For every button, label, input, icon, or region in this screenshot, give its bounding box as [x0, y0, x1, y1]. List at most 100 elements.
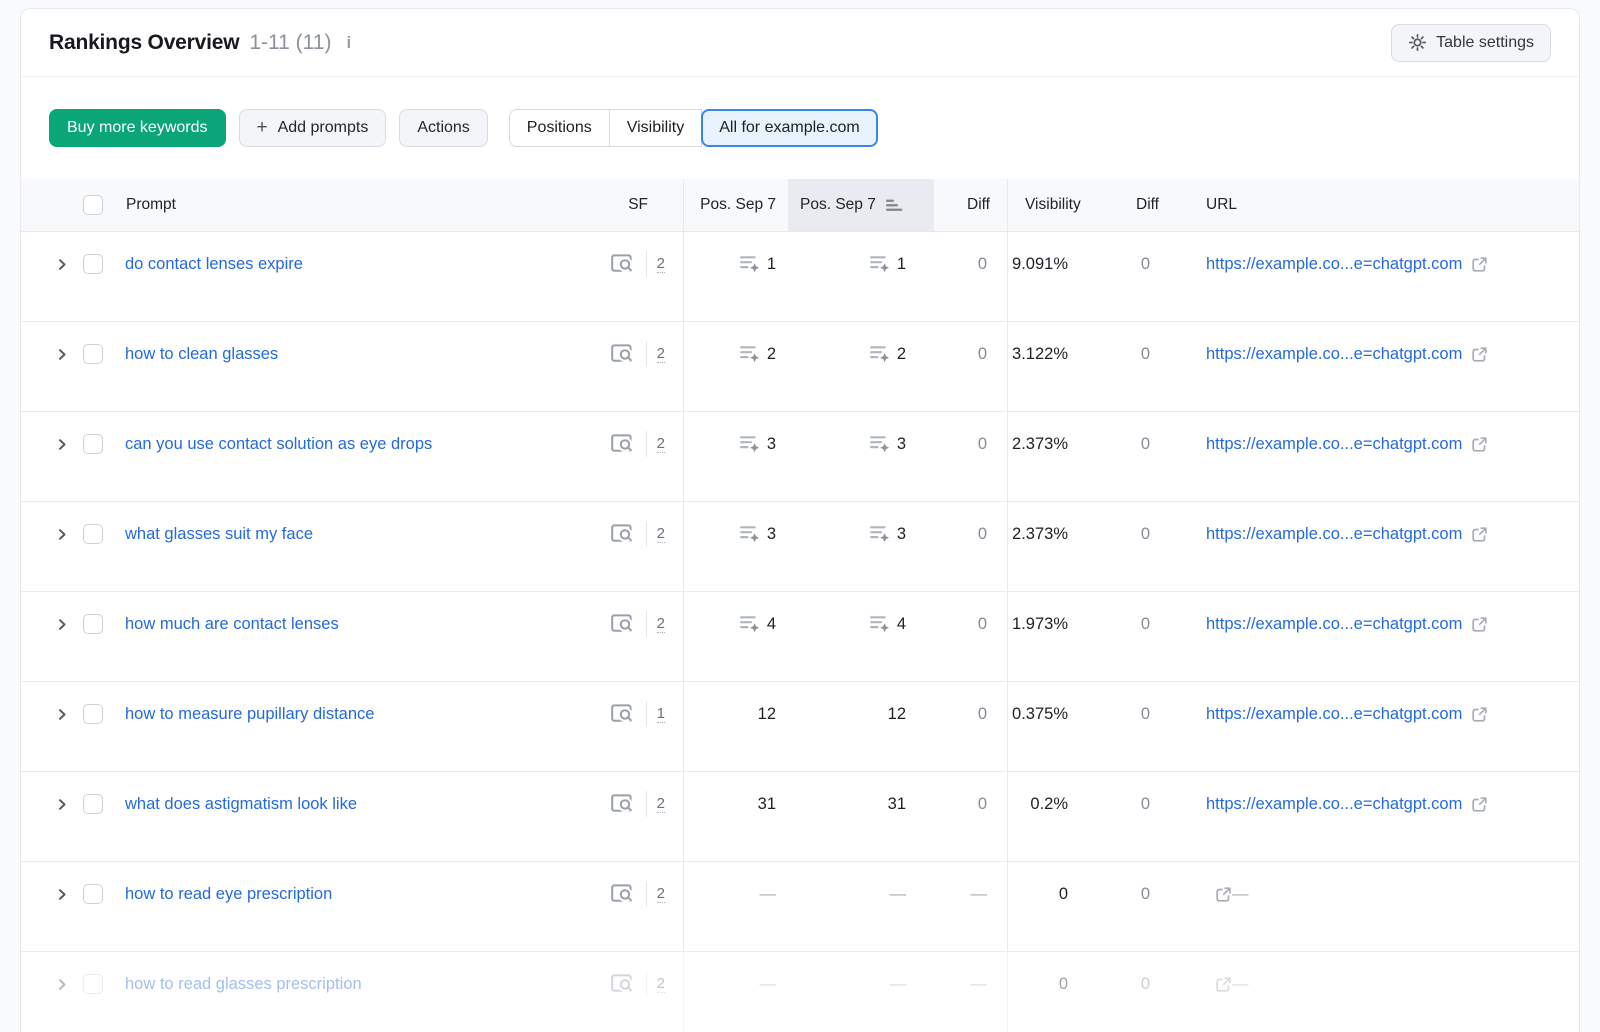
position-value: 4: [767, 615, 776, 634]
col-header-sf[interactable]: SF: [628, 196, 648, 214]
external-link-icon[interactable]: [1471, 256, 1488, 273]
col-header-pos-b-sorted[interactable]: Pos. Sep 7: [788, 179, 934, 231]
buy-more-keywords-button[interactable]: Buy more keywords: [49, 109, 226, 147]
row-checkbox[interactable]: [83, 974, 103, 994]
serp-features-icon[interactable]: [611, 884, 634, 904]
external-link-icon[interactable]: [1215, 976, 1232, 993]
prompt-link[interactable]: how to read eye prescription: [125, 885, 332, 904]
visibility-cell: 3.122%: [1007, 322, 1106, 411]
toolbar: Buy more keywords + Add prompts Actions …: [21, 77, 1579, 179]
external-link-icon[interactable]: [1471, 706, 1488, 723]
diff-a-cell: 0: [934, 682, 1007, 771]
serp-features-group: 2: [611, 341, 665, 367]
serp-features-icon[interactable]: [611, 254, 634, 274]
serp-features-group: 2: [611, 431, 665, 457]
diff-value: 0: [1141, 885, 1150, 904]
view-segment-all-for-example-com[interactable]: All for example.com: [701, 109, 878, 147]
row-checkbox[interactable]: [83, 794, 103, 814]
result-url-link[interactable]: https://example.co...e=chatgpt.com: [1206, 525, 1462, 544]
info-icon[interactable]: i: [346, 33, 351, 53]
prompt-cell: how much are contact lenses 2: [21, 592, 684, 681]
external-link-icon[interactable]: [1471, 526, 1488, 543]
table-row: what glasses suit my face 2: [21, 502, 1579, 592]
sf-count[interactable]: 2: [657, 345, 665, 363]
view-switcher: PositionsVisibilityAll for example.com: [509, 109, 878, 147]
prompt-link[interactable]: do contact lenses expire: [125, 255, 303, 274]
result-url-link[interactable]: https://example.co...e=chatgpt.com: [1206, 345, 1462, 364]
serp-features-icon[interactable]: [611, 794, 634, 814]
view-segment-visibility[interactable]: Visibility: [610, 109, 703, 147]
col-header-pos-a[interactable]: Pos. Sep 7: [684, 179, 788, 231]
url-cell: https://example.co...e=chatgpt.com: [1176, 232, 1579, 321]
external-link-icon[interactable]: [1471, 616, 1488, 633]
sf-count[interactable]: 2: [657, 435, 665, 453]
diff-a-cell: 0: [934, 412, 1007, 501]
sf-count[interactable]: 2: [657, 885, 665, 903]
col-header-visibility[interactable]: Visibility: [1007, 179, 1106, 231]
prompt-link[interactable]: what does astigmatism look like: [125, 795, 357, 814]
col-header-url[interactable]: URL: [1176, 179, 1579, 231]
sf-count[interactable]: 2: [657, 795, 665, 813]
row-checkbox[interactable]: [83, 614, 103, 634]
external-link-icon[interactable]: [1471, 796, 1488, 813]
expand-chevron-icon[interactable]: [56, 258, 68, 271]
row-checkbox[interactable]: [83, 254, 103, 274]
row-checkbox[interactable]: [83, 884, 103, 904]
diff-b-cell: 0: [1106, 952, 1176, 1032]
table-settings-button[interactable]: Table settings: [1391, 24, 1551, 62]
expand-chevron-icon[interactable]: [56, 798, 68, 811]
table-row: how to measure pupillary distance 1: [21, 682, 1579, 772]
divider: [646, 251, 647, 277]
sf-count[interactable]: 1: [657, 705, 665, 723]
expand-chevron-icon[interactable]: [56, 528, 68, 541]
result-url-link[interactable]: https://example.co...e=chatgpt.com: [1206, 705, 1462, 724]
table-row: do contact lenses expire 2: [21, 232, 1579, 322]
expand-chevron-icon[interactable]: [56, 348, 68, 361]
expand-chevron-icon[interactable]: [56, 978, 68, 991]
external-link-icon[interactable]: [1471, 436, 1488, 453]
prompt-link[interactable]: what glasses suit my face: [125, 525, 313, 544]
prompt-link[interactable]: how to measure pupillary distance: [125, 705, 374, 724]
result-url-link[interactable]: https://example.co...e=chatgpt.com: [1206, 255, 1462, 274]
serp-features-icon[interactable]: [611, 524, 634, 544]
col-header-diff-b[interactable]: Diff: [1106, 179, 1176, 231]
serp-features-icon[interactable]: [611, 704, 634, 724]
row-checkbox[interactable]: [83, 524, 103, 544]
view-segment-positions[interactable]: Positions: [509, 109, 610, 147]
external-link-icon[interactable]: [1215, 886, 1232, 903]
expand-chevron-icon[interactable]: [56, 618, 68, 631]
result-url-link[interactable]: https://example.co...e=chatgpt.com: [1206, 435, 1462, 454]
expand-chevron-icon[interactable]: [56, 888, 68, 901]
prompt-link[interactable]: how to read glasses prescription: [125, 975, 362, 994]
row-checkbox[interactable]: [83, 434, 103, 454]
sf-count[interactable]: 2: [657, 975, 665, 993]
prompt-link[interactable]: can you use contact solution as eye drop…: [125, 435, 432, 454]
expand-chevron-icon[interactable]: [56, 438, 68, 451]
visibility-cell: 9.091%: [1007, 232, 1106, 321]
diff-value: 0: [1141, 795, 1150, 814]
col-header-diff-a[interactable]: Diff: [934, 179, 1007, 231]
sf-count[interactable]: 2: [657, 615, 665, 633]
col-header-prompt[interactable]: Prompt: [126, 196, 176, 214]
serp-features-icon[interactable]: [611, 344, 634, 364]
gear-icon: [1408, 33, 1427, 52]
serp-features-icon[interactable]: [611, 974, 634, 994]
actions-button[interactable]: Actions: [399, 109, 487, 147]
serp-features-icon[interactable]: [611, 434, 634, 454]
prompt-link[interactable]: how to clean glasses: [125, 345, 278, 364]
result-url-link[interactable]: https://example.co...e=chatgpt.com: [1206, 795, 1462, 814]
row-checkbox[interactable]: [83, 344, 103, 364]
sf-count[interactable]: 2: [657, 525, 665, 543]
serp-features-icon[interactable]: [611, 614, 634, 634]
select-all-checkbox[interactable]: [83, 195, 103, 215]
diff-b-cell: 0: [1106, 502, 1176, 591]
expand-chevron-icon[interactable]: [56, 708, 68, 721]
prompt-link[interactable]: how much are contact lenses: [125, 615, 339, 634]
url-cell: https://example.co...e=chatgpt.com: [1176, 412, 1579, 501]
diff-value: 0: [978, 255, 987, 274]
sf-count[interactable]: 2: [657, 255, 665, 273]
row-checkbox[interactable]: [83, 704, 103, 724]
external-link-icon[interactable]: [1471, 346, 1488, 363]
add-prompts-button[interactable]: + Add prompts: [239, 109, 387, 147]
result-url-link[interactable]: https://example.co...e=chatgpt.com: [1206, 615, 1462, 634]
